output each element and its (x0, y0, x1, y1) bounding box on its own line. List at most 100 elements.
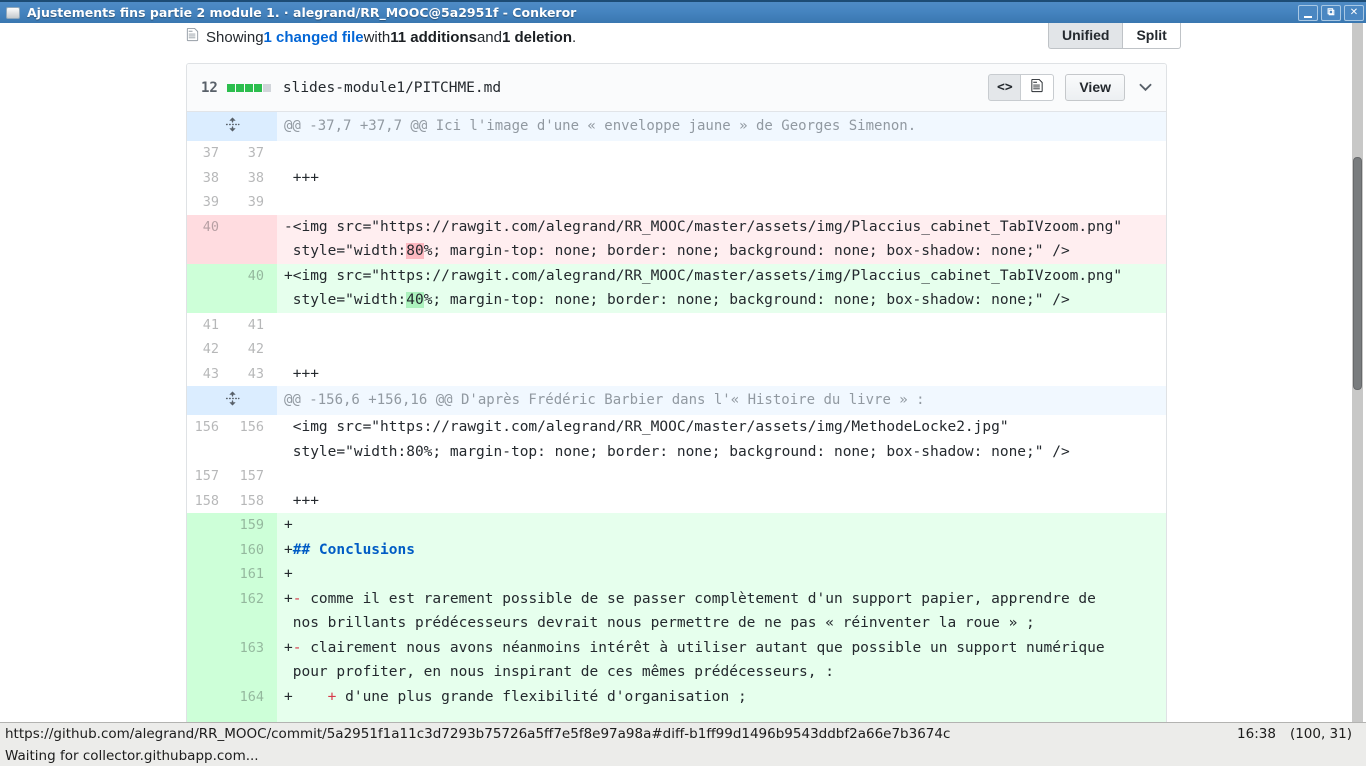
diff-row: 162+- comme il est rarement possible de … (187, 587, 1166, 636)
diff-file-icon (186, 27, 199, 46)
code-line: +<img src="https://rawgit.com/alegrand/R… (277, 264, 1166, 313)
code-line: +++ (277, 166, 1166, 191)
close-button[interactable]: ✕ (1344, 5, 1364, 21)
split-button[interactable]: Split (1122, 23, 1180, 49)
minimize-icon (1304, 16, 1312, 18)
code-line: + (277, 562, 1166, 587)
mode-line: https://github.com/alegrand/RR_MOOC/comm… (0, 723, 1366, 745)
new-line-number[interactable]: 160 (232, 538, 277, 563)
code-line: -<img src="https://rawgit.com/alegrand/R… (277, 215, 1166, 264)
diff-row: 157157 (187, 464, 1166, 489)
diff-stat-blocks (227, 84, 271, 92)
diff-row: 160+## Conclusions (187, 538, 1166, 563)
unfold-icon (225, 117, 240, 136)
diff-row: 4343 +++ (187, 362, 1166, 387)
clock: 16:38 (1237, 726, 1276, 742)
minimize-button[interactable] (1298, 5, 1318, 21)
scrollbar-thumb[interactable] (1353, 157, 1362, 390)
showing-prefix: Showing (206, 29, 264, 46)
window-titlebar: Ajustements fins partie 2 module 1. · al… (0, 0, 1366, 23)
new-line-number[interactable]: 161 (232, 562, 277, 587)
changed-file-box: 12 slides-module1/PITCHME.md <> View (186, 63, 1167, 722)
old-line-number[interactable]: 38 (187, 166, 232, 191)
new-line-number[interactable]: 157 (232, 464, 277, 489)
expand-hunk-button[interactable] (187, 386, 277, 415)
source-diff-button[interactable]: <> (988, 74, 1021, 101)
new-line-number[interactable]: 41 (232, 313, 277, 338)
old-line-number[interactable] (187, 562, 232, 587)
code-line (277, 709, 1166, 722)
file-header: 12 slides-module1/PITCHME.md <> View (187, 64, 1166, 112)
new-line-number[interactable] (232, 215, 277, 264)
file-text-icon (1031, 78, 1043, 98)
diff-row: 4242 (187, 337, 1166, 362)
new-line-number[interactable]: 162 (232, 587, 277, 636)
unified-button[interactable]: Unified (1048, 23, 1122, 49)
stat-block-added (245, 84, 253, 92)
scroll-position: (100, 31) (1290, 726, 1352, 742)
diff-hunk-row: @@ -156,6 +156,16 @@ D'après Frédéric Ba… (187, 386, 1166, 415)
new-line-number[interactable]: 43 (232, 362, 277, 387)
old-line-number[interactable] (187, 513, 232, 538)
code-line: +++ (277, 362, 1166, 387)
code-line (277, 337, 1166, 362)
code-line (277, 141, 1166, 166)
expand-hunk-button[interactable] (187, 112, 277, 141)
old-line-number[interactable]: 43 (187, 362, 232, 387)
unfold-icon (225, 391, 240, 410)
old-line-number[interactable]: 40 (187, 215, 232, 264)
old-line-number[interactable]: 157 (187, 464, 232, 489)
new-line-number[interactable]: 42 (232, 337, 277, 362)
code-line (277, 464, 1166, 489)
restore-button[interactable]: ⧉ (1321, 5, 1341, 21)
code-line: + (277, 513, 1166, 538)
new-line-number[interactable]: 37 (232, 141, 277, 166)
diff-row: 164+ + d'une plus grande flexibilité d'o… (187, 685, 1166, 710)
new-line-number[interactable]: 164 (232, 685, 277, 710)
diff-row: 158158 +++ (187, 489, 1166, 514)
old-line-number[interactable]: 37 (187, 141, 232, 166)
old-line-number[interactable]: 156 (187, 415, 232, 464)
chevron-down-icon[interactable] (1139, 79, 1152, 97)
old-line-number[interactable]: 39 (187, 190, 232, 215)
new-line-number[interactable]: 40 (232, 264, 277, 313)
diff-row: 3939 (187, 190, 1166, 215)
old-line-number[interactable] (187, 709, 232, 722)
vertical-scrollbar[interactable] (1352, 23, 1363, 722)
diff-view-toggle: Unified Split (1048, 23, 1181, 49)
diff-row: 3838 +++ (187, 166, 1166, 191)
old-line-number[interactable]: 42 (187, 337, 232, 362)
changed-file-link[interactable]: 1 changed file (264, 29, 364, 46)
new-line-number[interactable]: 158 (232, 489, 277, 514)
code-icon: <> (997, 80, 1013, 95)
diff-summary: Showing 1 changed file with 11 additions… (186, 25, 576, 49)
new-line-number[interactable]: 156 (232, 415, 277, 464)
old-line-number[interactable] (187, 264, 232, 313)
rich-diff-button[interactable] (1021, 74, 1054, 101)
code-line: +++ (277, 489, 1166, 514)
old-line-number[interactable] (187, 587, 232, 636)
view-button[interactable]: View (1065, 74, 1125, 101)
code-line: + + d'une plus grande flexibilité d'orga… (277, 685, 1166, 710)
diff-row: 163+- clairement nous avons néanmoins in… (187, 636, 1166, 685)
old-line-number[interactable]: 158 (187, 489, 232, 514)
old-line-number[interactable] (187, 538, 232, 563)
minibuffer: Waiting for collector.githubapp.com... (0, 745, 1366, 767)
and-text: and (477, 29, 502, 46)
file-name-link[interactable]: slides-module1/PITCHME.md (283, 80, 501, 96)
old-line-number[interactable]: 41 (187, 313, 232, 338)
old-line-number[interactable] (187, 685, 232, 710)
window-title: Ajustements fins partie 2 module 1. · al… (27, 5, 576, 20)
new-line-number[interactable]: 38 (232, 166, 277, 191)
new-line-number[interactable]: 159 (232, 513, 277, 538)
new-line-number[interactable]: 39 (232, 190, 277, 215)
code-line: +- clairement nous avons néanmoins intér… (277, 636, 1166, 685)
diff-hunk-row: @@ -37,7 +37,7 @@ Ici l'image d'une « en… (187, 112, 1166, 141)
stat-block-added (227, 84, 235, 92)
stat-block-neutral (263, 84, 271, 92)
window-icon (6, 7, 20, 19)
new-line-number[interactable]: 163 (232, 636, 277, 685)
new-line-number[interactable] (232, 709, 277, 722)
code-line (277, 313, 1166, 338)
old-line-number[interactable] (187, 636, 232, 685)
